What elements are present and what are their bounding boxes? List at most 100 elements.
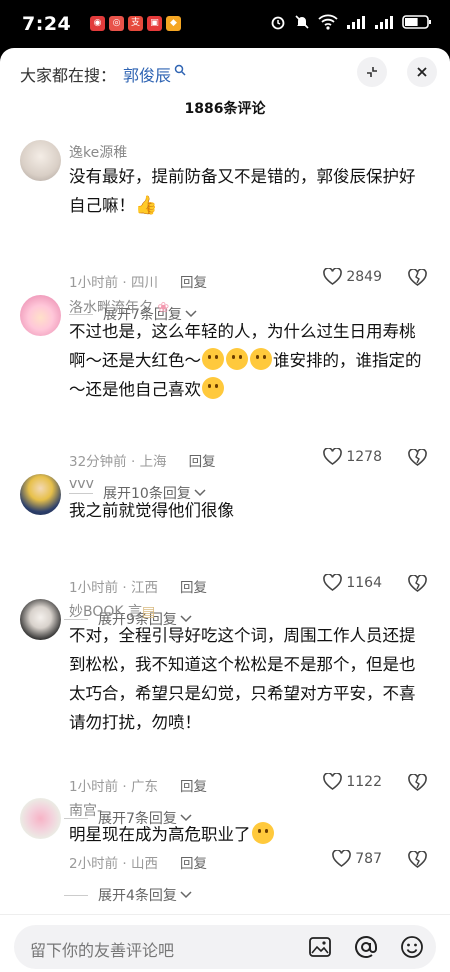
avatar[interactable] <box>20 798 61 839</box>
reply-button[interactable]: 回复 <box>189 454 216 470</box>
comment-meta: 1小时前 · 广东 回复 <box>69 779 207 795</box>
dislike-icon[interactable] <box>408 774 427 791</box>
reply-button[interactable]: 回复 <box>180 856 207 872</box>
expand-replies-button[interactable]: 展开4条回复 <box>64 885 192 905</box>
comment-meta: 32分钟前 · 上海 回复 <box>69 454 216 470</box>
comment-count-title: 1886条评论 <box>184 101 266 117</box>
dislike-icon[interactable] <box>408 575 427 592</box>
comment-time: 1小时前 <box>69 580 119 596</box>
comment-location: 上海 <box>139 454 167 470</box>
comment-line: 请勿打扰，勿喷！ <box>69 713 201 732</box>
search-icon[interactable] <box>174 64 186 76</box>
app-icon-4: ▣ <box>147 16 162 31</box>
comment-username[interactable]: 洛水畔流年夕 ❀ <box>69 297 169 317</box>
comment-line: 我之前就觉得他们很像 <box>69 501 234 520</box>
like-button[interactable]: 1122 <box>323 773 382 790</box>
thinking-emoji-icon <box>202 348 224 370</box>
comment-username[interactable]: vvv <box>69 476 94 492</box>
comment-meta: 2小时前 · 山西 回复 <box>69 856 207 872</box>
comment-text: 明星现在成为高危职业了 <box>69 820 437 849</box>
image-icon[interactable] <box>308 935 332 959</box>
comment-line: ～还是他自己喜欢 <box>69 380 201 399</box>
comment-time: 2小时前 <box>69 856 119 872</box>
like-button[interactable]: 2849 <box>323 268 382 285</box>
collapse-icon <box>367 67 377 77</box>
hot-search-bar: 大家都在搜： 郭俊辰 <box>0 48 450 96</box>
app-icon-5: ◆ <box>166 16 181 31</box>
comment-sheet: 大家都在搜： 郭俊辰 1886条评论 逸ke源稚 没有最好，提前防备又不是错的，… <box>0 48 450 972</box>
comment-username[interactable]: 妙BOOK 言▤ <box>69 601 155 621</box>
user-badge: 言 <box>128 604 143 620</box>
avatar[interactable] <box>20 295 61 336</box>
comment-line-with-emoji: 明星现在成为高危职业了 <box>69 820 437 849</box>
dislike-icon[interactable] <box>408 851 427 868</box>
reply-button[interactable]: 回复 <box>180 275 207 291</box>
signal-icon <box>347 16 365 29</box>
app-icon-3: 支 <box>128 16 143 31</box>
comment-text: 没有最好，提前防备又不是错的，郭俊辰保护好 自己嘛！👍 <box>69 162 437 220</box>
dislike-icon[interactable] <box>408 449 427 466</box>
avatar[interactable] <box>20 140 61 181</box>
comment-line-with-emoji: ～还是他自己喜欢 <box>69 375 437 404</box>
reply-button[interactable]: 回复 <box>180 779 207 795</box>
heart-icon <box>323 268 343 285</box>
heart-icon <box>332 850 352 867</box>
comment-line: 自己嘛！ <box>69 196 135 215</box>
thinking-emoji-icon <box>202 377 224 399</box>
dislike-icon[interactable] <box>408 269 427 286</box>
like-count: 1122 <box>346 773 382 790</box>
close-icon <box>417 67 427 77</box>
flower-icon: ❀ <box>157 300 170 316</box>
comment-line: 谁安排的，谁指定的 <box>273 351 422 370</box>
at-icon[interactable] <box>354 935 378 959</box>
thinking-emoji-icon <box>226 348 248 370</box>
comment-input[interactable]: 留下你的友善评论吧 <box>14 925 436 969</box>
like-count: 787 <box>355 850 382 867</box>
comment-username[interactable]: 逸ke源稚 <box>69 142 127 162</box>
like-button[interactable]: 1164 <box>323 574 382 591</box>
heart-icon <box>323 773 343 790</box>
wifi-icon <box>318 14 338 30</box>
avatar[interactable] <box>20 474 61 515</box>
avatar[interactable] <box>20 599 61 640</box>
comment-line: 没有最好，提前防备又不是错的，郭俊辰保护好 <box>69 167 416 186</box>
divider <box>69 492 93 494</box>
comment-line: 不过也是，这么年轻的人，为什么过生日用寿桃 <box>69 322 416 341</box>
minimize-button[interactable] <box>357 57 387 87</box>
battery-icon <box>402 15 431 29</box>
comment-line: 不对，全程引导好吃这个词，周围工作人员还提 <box>69 626 416 645</box>
comment-location: 四川 <box>130 275 158 291</box>
comment-text: 我之前就觉得他们很像 <box>69 496 437 525</box>
grimace-emoji-icon <box>251 822 274 844</box>
comment-time: 32分钟前 <box>69 454 127 470</box>
hot-search-prefix: 大家都在搜： <box>20 66 117 85</box>
comment-meta: 1小时前 · 四川 回复 <box>69 275 207 291</box>
comment-location: 广东 <box>130 779 158 795</box>
username-text: 洛水畔流年夕 <box>69 300 153 316</box>
signal-icon-2 <box>375 16 393 29</box>
comment-time: 1小时前 <box>69 275 119 291</box>
alarm-icon <box>271 16 285 30</box>
like-count: 2849 <box>346 268 382 285</box>
comment-line: 太巧合，希望只是幻觉，只希望对方平安，不喜 <box>69 684 416 703</box>
comment-line-with-emoji: 自己嘛！👍 <box>69 191 437 220</box>
comment-location: 江西 <box>130 580 158 596</box>
status-time: 7:24 <box>22 13 72 35</box>
expand-replies-label: 展开4条回复 <box>98 888 177 904</box>
like-button[interactable]: 787 <box>332 850 382 867</box>
comment-input-bar: 留下你的友善评论吧 <box>0 914 450 972</box>
comment-location: 山西 <box>130 856 158 872</box>
app-icon-1: ◉ <box>90 16 105 31</box>
emoji-icon[interactable] <box>400 935 424 959</box>
app-icon-2: ◎ <box>109 16 124 31</box>
close-button[interactable] <box>407 57 437 87</box>
like-count: 1278 <box>346 448 382 465</box>
hot-search-link[interactable]: 郭俊辰 <box>123 62 171 86</box>
like-count: 1164 <box>346 574 382 591</box>
reply-button[interactable]: 回复 <box>180 580 207 596</box>
comment-username[interactable]: 南宫- <box>69 800 102 820</box>
badge-icon: ▤ <box>142 604 156 620</box>
like-button[interactable]: 1278 <box>323 448 382 465</box>
comment-line: 明星现在成为高危职业了 <box>69 825 251 844</box>
comment-line: 啊～还是大红色～ <box>69 351 201 370</box>
